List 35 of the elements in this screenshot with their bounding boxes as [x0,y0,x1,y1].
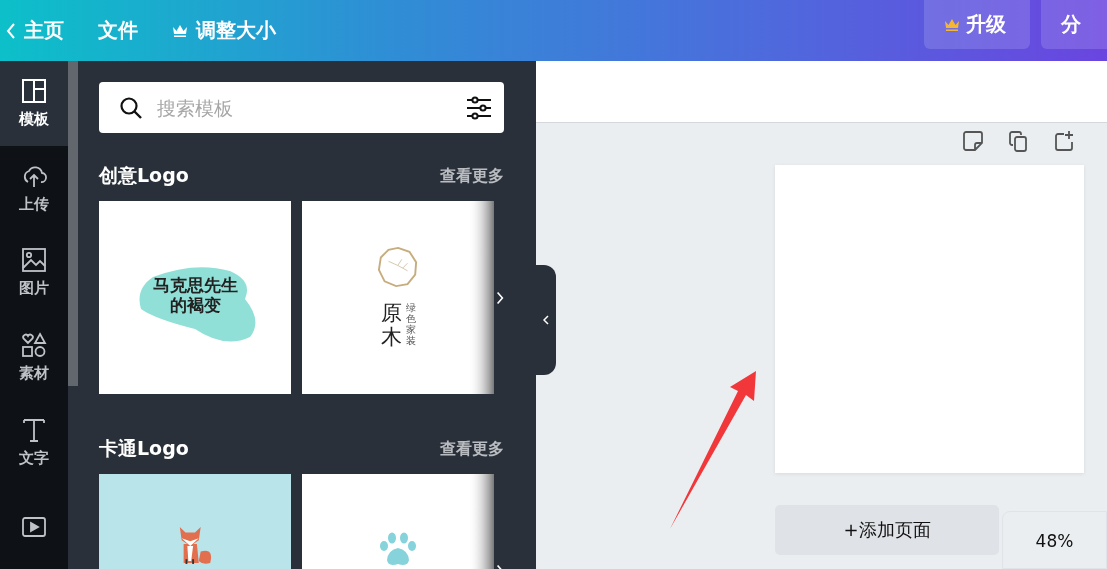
sidebar-item[interactable]: 上传 [0,145,68,231]
sidebar-item[interactable]: 模板 [0,61,68,146]
logo-subtitle: 绿色家装 [405,302,416,347]
section-title: 卡通Logo [99,436,189,461]
see-more-link[interactable]: 查看更多 [440,165,504,187]
zoom-level[interactable]: 48% [1002,511,1107,569]
chevron-left-icon [543,315,549,325]
paw-icon [378,532,418,568]
section-title: 创意Logo [99,163,189,188]
header-action-button[interactable]: 分 [1041,0,1107,49]
copy-icon[interactable] [1008,130,1030,152]
scrollbar[interactable] [68,61,78,569]
template-card[interactable]: 马克思先生 的褐变 [99,201,291,394]
header-action-button[interactable]: 升级 [924,0,1030,49]
filter-icon[interactable] [466,95,492,120]
sidebar-icon [21,416,47,443]
logo-text: 原木 [380,302,402,349]
logo-text: 的褐变 [169,294,221,315]
sidebar-item[interactable]: 图片 [0,230,68,315]
logo-text: 马克思先生 [152,274,238,295]
collapse-handle[interactable] [536,265,556,375]
sidebar-icon [21,331,47,358]
search-bar[interactable]: 搜索模板 [99,82,504,133]
add-page-button[interactable]: +添加页面 [775,505,999,555]
sidebar-item[interactable]: 文字 [0,399,68,485]
see-more-link[interactable]: 查看更多 [440,438,504,460]
sidebar-item[interactable]: 素材 [0,315,68,400]
back-icon [6,21,16,40]
search-field[interactable]: 搜索模板 [155,95,454,120]
note-icon[interactable] [962,130,984,152]
search-icon [119,95,143,120]
sidebar-icon [21,77,47,104]
sidebar-icon [21,247,47,274]
tree-emblem-icon [377,246,419,289]
add-page-icon[interactable] [1054,130,1076,152]
